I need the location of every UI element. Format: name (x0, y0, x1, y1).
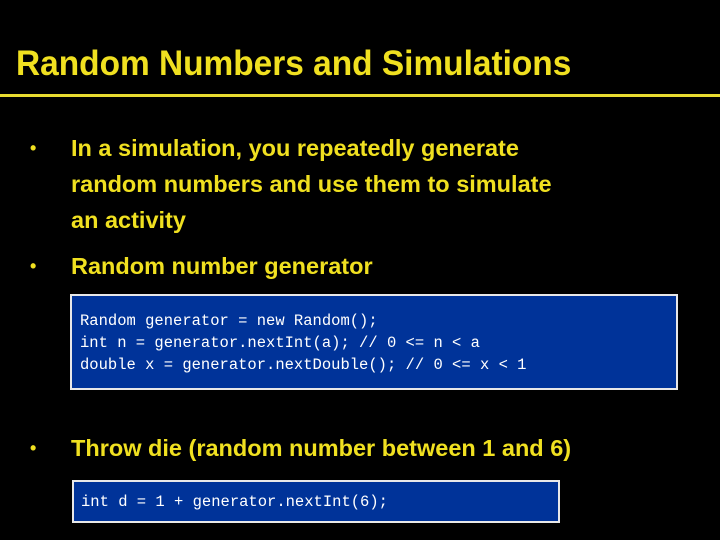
bullet-marker-icon: • (30, 138, 37, 158)
bullet-line: an activity (71, 207, 186, 233)
bullet-line: In a simulation, you repeatedly generate (71, 135, 519, 161)
bullet-line: Throw die (random number between 1 and 6… (71, 435, 572, 461)
title-underline-divider (0, 94, 720, 97)
bullet-text: Throw die (random number between 1 and 6… (71, 430, 571, 466)
bullet-line: Random number generator (71, 253, 373, 279)
code-line: int d = 1 + generator.nextInt(6); (81, 493, 388, 511)
slide-title: Random Numbers and Simulations (16, 44, 572, 83)
bullet-marker-icon: • (30, 438, 37, 458)
code-line: int n = generator.nextInt(a); // 0 <= n … (80, 334, 480, 352)
code-line: double x = generator.nextDouble(); // 0 … (80, 356, 527, 374)
bullet-line: random numbers and use them to simulate (71, 171, 552, 197)
code-block-die: int d = 1 + generator.nextInt(6); (72, 480, 560, 523)
code-line: Random generator = new Random(); (80, 312, 378, 330)
bullet-text: Random number generator (71, 248, 373, 284)
code-block-generator: Random generator = new Random(); int n = … (70, 294, 678, 390)
bullet-marker-icon: • (30, 256, 37, 276)
bullet-text: In a simulation, you repeatedly generate… (71, 130, 552, 238)
